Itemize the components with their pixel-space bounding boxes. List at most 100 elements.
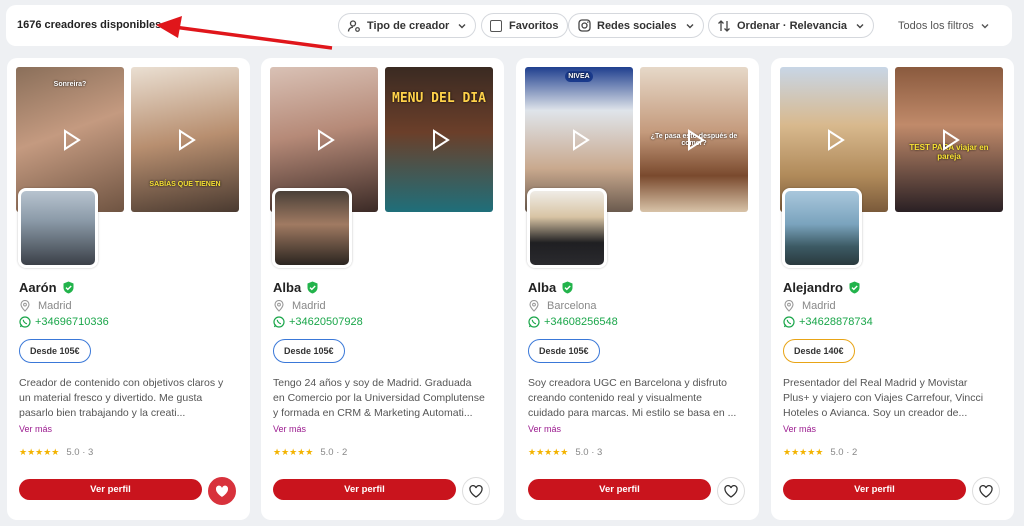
creator-name-text: Aarón: [19, 280, 57, 295]
creator-name: Alejandro: [783, 280, 861, 295]
sort-filter[interactable]: Ordenar · Relevancia: [708, 13, 875, 38]
chevron-down-icon: [855, 21, 865, 31]
social-networks-filter[interactable]: Redes sociales: [568, 13, 704, 38]
play-icon: [688, 129, 705, 151]
video-caption: NIVEA: [565, 71, 593, 82]
creator-card: MENU DEL DIA Alba Madrid +34620507928 De…: [261, 58, 504, 520]
all-filters-button[interactable]: Todos los filtros: [898, 20, 990, 32]
heart-outline-icon: [724, 484, 738, 498]
rating-value: 5.0 · 3: [575, 447, 603, 458]
favorite-button[interactable]: [717, 477, 745, 505]
verified-icon: [561, 281, 574, 294]
phone-text: +34628878734: [799, 316, 873, 328]
creator-bio: Creador de contenido con objetivos claro…: [19, 377, 224, 419]
star-rating-icon: ★★★★★: [783, 447, 824, 457]
chevron-down-icon: [457, 21, 467, 31]
location-pin-icon: [273, 300, 285, 312]
creator-type-label: Tipo de creador: [367, 19, 450, 32]
rating: ★★★★★ 5.0 · 2: [783, 447, 857, 458]
star-rating-icon: ★★★★★: [273, 447, 314, 457]
all-filters-label: Todos los filtros: [898, 20, 974, 32]
view-profile-button[interactable]: Ver perfil: [273, 479, 456, 500]
creator-location: Madrid: [19, 300, 72, 312]
video-thumbnail[interactable]: ¿Te pasa esto después de comer?: [640, 67, 748, 212]
sort-label: Ordenar · Relevancia: [737, 19, 848, 32]
creator-phone[interactable]: +34696710336: [19, 316, 109, 328]
instagram-icon: [577, 19, 591, 33]
phone-text: +34620507928: [289, 316, 363, 328]
play-icon: [433, 129, 450, 151]
city-text: Madrid: [38, 300, 72, 312]
sort-icon: [717, 19, 731, 33]
view-profile-button[interactable]: Ver perfil: [19, 479, 202, 500]
play-icon: [828, 129, 845, 151]
see-more-link[interactable]: Ver más: [19, 424, 52, 434]
city-text: Madrid: [292, 300, 326, 312]
chevron-down-icon: [685, 21, 695, 31]
video-thumbnail[interactable]: TEST PARA viajar en pareja: [895, 67, 1003, 212]
avatar: [782, 188, 862, 268]
whatsapp-icon: [783, 316, 795, 328]
play-icon: [943, 129, 960, 151]
location-pin-icon: [783, 300, 795, 312]
whatsapp-icon: [19, 316, 31, 328]
play-icon: [573, 129, 590, 151]
favorite-button[interactable]: [972, 477, 1000, 505]
social-networks-label: Redes sociales: [597, 19, 677, 32]
heart-filled-icon: [215, 485, 229, 497]
video-thumbnail[interactable]: SABÍAS QUE TIENEN: [131, 67, 239, 212]
creator-card: TEST PARA viajar en pareja Alejandro Mad…: [771, 58, 1014, 520]
see-more-link[interactable]: Ver más: [783, 424, 816, 434]
creator-name: Alba: [273, 280, 319, 295]
creator-type-filter[interactable]: Tipo de creador: [338, 13, 477, 38]
view-profile-button[interactable]: Ver perfil: [783, 479, 966, 500]
star-rating-icon: ★★★★★: [19, 447, 60, 457]
user-pin-icon: [347, 19, 361, 33]
annotation-arrow: [156, 16, 333, 50]
favorites-checkbox[interactable]: [490, 19, 502, 32]
creator-name-text: Alba: [528, 280, 557, 295]
creator-name-text: Alba: [273, 280, 302, 295]
creator-phone[interactable]: +34628878734: [783, 316, 873, 328]
heart-outline-icon: [469, 484, 483, 498]
video-caption: SABÍAS QUE TIENEN: [149, 181, 221, 188]
creator-bio: Presentador del Real Madrid y Movistar P…: [783, 377, 984, 419]
rating-value: 5.0 · 2: [830, 447, 858, 458]
avatar: [527, 188, 607, 268]
whatsapp-icon: [273, 316, 285, 328]
video-thumbnail[interactable]: MENU DEL DIA: [385, 67, 493, 212]
view-profile-button[interactable]: Ver perfil: [528, 479, 711, 500]
creator-name: Alba: [528, 280, 574, 295]
creator-location: Madrid: [783, 300, 836, 312]
creator-phone[interactable]: +34608256548: [528, 316, 618, 328]
creator-card: Sonreira? SABÍAS QUE TIENEN Aarón Madrid…: [7, 58, 250, 520]
play-icon: [318, 129, 335, 151]
rating: ★★★★★ 5.0 · 2: [273, 447, 347, 458]
creator-phone[interactable]: +34620507928: [273, 316, 363, 328]
price-badge: Desde 105€: [528, 339, 600, 363]
creator-bio: Soy creadora UGC en Barcelona y disfruto…: [528, 377, 737, 419]
favorite-button[interactable]: [462, 477, 490, 505]
creator-card: NIVEA ¿Te pasa esto después de comer? Al…: [516, 58, 759, 520]
creator-name: Aarón: [19, 280, 75, 295]
see-more-link[interactable]: Ver más: [273, 424, 306, 434]
phone-text: +34696710336: [35, 316, 109, 328]
creator-name-text: Alejandro: [783, 280, 843, 295]
creator-count: 1676 creadores disponibles: [17, 19, 162, 31]
favorites-label: Favoritos: [509, 19, 559, 32]
heart-outline-icon: [979, 484, 993, 498]
location-pin-icon: [528, 300, 540, 312]
price-badge: Desde 105€: [273, 339, 345, 363]
rating: ★★★★★ 5.0 · 3: [19, 447, 93, 458]
see-more-link[interactable]: Ver más: [528, 424, 561, 434]
verified-icon: [306, 281, 319, 294]
city-text: Barcelona: [547, 300, 597, 312]
favorites-filter[interactable]: Favoritos: [481, 13, 568, 38]
chevron-down-icon: [980, 21, 990, 31]
rating-value: 5.0 · 2: [320, 447, 348, 458]
price-badge: Desde 140€: [783, 339, 855, 363]
creator-bio: Tengo 24 años y soy de Madrid. Graduada …: [273, 377, 485, 419]
star-rating-icon: ★★★★★: [528, 447, 569, 457]
favorite-button[interactable]: [208, 477, 236, 505]
creator-location: Barcelona: [528, 300, 597, 312]
